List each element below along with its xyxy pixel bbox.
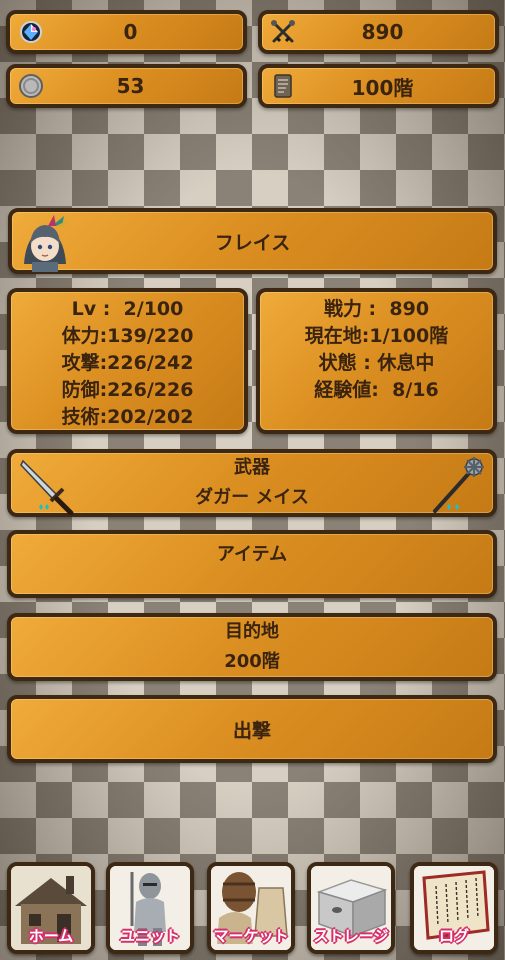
floor-count: 100階 bbox=[351, 75, 414, 100]
nav-storage-button[interactable]: ストレージ bbox=[307, 862, 395, 954]
coin-count: 53 bbox=[116, 74, 145, 98]
nav-home-label: ホーム bbox=[28, 927, 74, 945]
stat-location: 現在地:1/100階 bbox=[304, 325, 449, 347]
stat-defense: 防御:226/226 bbox=[61, 379, 194, 401]
weapon-button[interactable]: 武器 ダガー メイス bbox=[7, 449, 497, 517]
character-portrait bbox=[18, 214, 72, 272]
gem-counter: 0 bbox=[6, 10, 247, 54]
weapon-names: ダガー メイス bbox=[195, 487, 309, 508]
nav-storage-label: ストレージ bbox=[313, 927, 389, 945]
character-name: フレイス bbox=[214, 231, 291, 254]
scroll-icon bbox=[270, 73, 296, 99]
item-button[interactable]: アイテム bbox=[7, 530, 497, 598]
gem-count: 0 bbox=[123, 20, 138, 44]
sortie-label: 出撃 bbox=[232, 719, 271, 742]
mace-icon bbox=[427, 455, 487, 515]
stat-hp: 体力:139/220 bbox=[61, 325, 194, 347]
stat-level: Lv : 2/100 bbox=[71, 298, 184, 320]
crossed-swords-icon bbox=[270, 19, 296, 45]
dagger-icon bbox=[17, 455, 77, 516]
nav-home-button[interactable]: ホーム bbox=[7, 862, 95, 954]
floor-counter: 100階 bbox=[258, 64, 499, 108]
stat-combat-power: 戦力 : 890 bbox=[323, 298, 430, 320]
stat-experience: 経験値: 8/16 bbox=[314, 379, 439, 401]
gem-icon bbox=[18, 19, 44, 45]
nav-market-label: マーケット bbox=[213, 927, 289, 945]
power-count: 890 bbox=[361, 20, 404, 44]
nav-market-button[interactable]: マーケット bbox=[207, 862, 295, 954]
nav-unit-label: ユニット bbox=[119, 927, 180, 945]
sortie-button[interactable]: 出撃 bbox=[7, 695, 497, 763]
stats-panel-left: Lv : 2/100 体力:139/220 攻撃:226/242 防御:226/… bbox=[7, 288, 248, 434]
nav-log-button[interactable]: ログ bbox=[410, 862, 498, 954]
destination-title: 目的地 bbox=[225, 621, 279, 642]
nav-unit-button[interactable]: ユニット bbox=[106, 862, 194, 954]
destination-value: 200階 bbox=[224, 651, 280, 672]
stat-status: 状態 : 休息中 bbox=[318, 352, 435, 374]
silver-coin-icon bbox=[18, 73, 44, 99]
destination-button[interactable]: 目的地 200階 bbox=[7, 613, 497, 681]
stat-skill: 技術:202/202 bbox=[61, 406, 194, 428]
nav-log-label: ログ bbox=[438, 927, 469, 945]
item-title: アイテム bbox=[216, 544, 288, 565]
stats-panel-right: 戦力 : 890 現在地:1/100階 状態 : 休息中 経験値: 8/16 bbox=[256, 288, 497, 434]
coin-counter: 53 bbox=[6, 64, 247, 108]
power-counter: 890 bbox=[258, 10, 499, 54]
stat-attack: 攻撃:226/242 bbox=[61, 352, 194, 374]
character-name-button[interactable]: フレイス bbox=[8, 208, 497, 274]
weapon-title: 武器 bbox=[234, 457, 270, 478]
